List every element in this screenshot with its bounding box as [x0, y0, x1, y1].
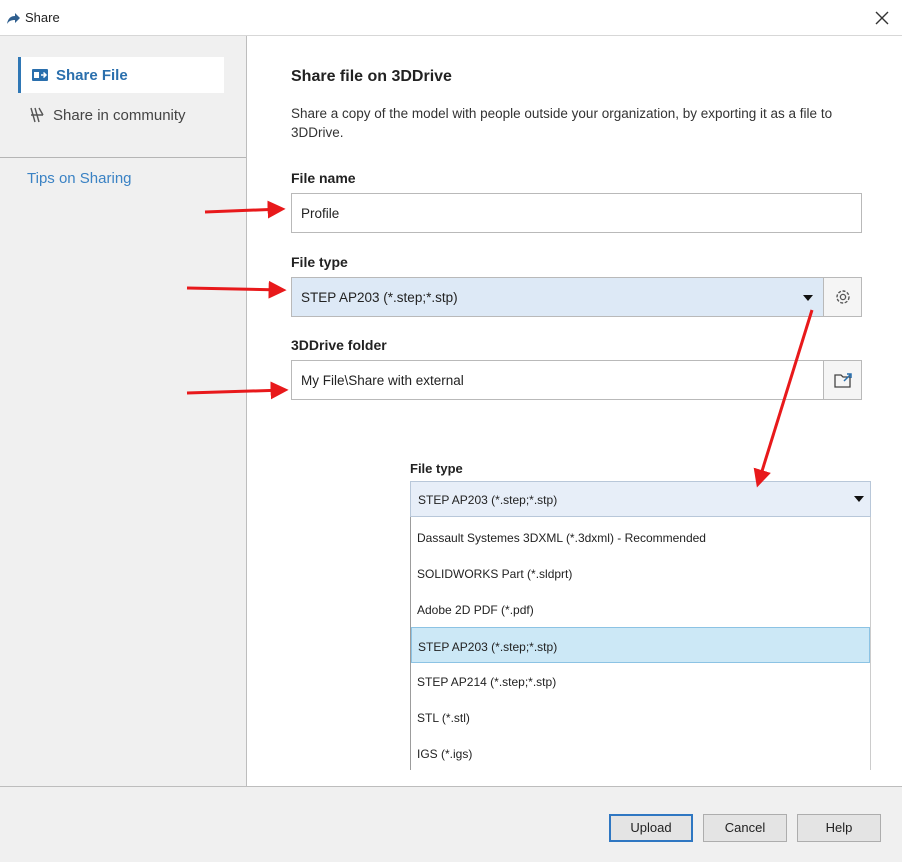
chevron-down-icon — [803, 295, 813, 301]
sidebar: Share File Share in community Tips on Sh… — [0, 36, 247, 786]
gear-icon — [836, 290, 850, 304]
file-name-value: Profile — [301, 206, 340, 221]
file-type-option[interactable]: STEP AP214 (*.step;*.stp) — [411, 663, 870, 699]
sidebar-item-share-file[interactable]: Share File — [18, 57, 224, 93]
title-bar: Share — [0, 0, 902, 36]
folder-open-icon — [834, 373, 852, 388]
file-type-value: STEP AP203 (*.step;*.stp) — [301, 290, 458, 305]
folder-label: 3DDrive folder — [291, 337, 387, 353]
dropdown-selected-value: STEP AP203 (*.step;*.stp) — [418, 493, 558, 507]
file-type-settings-button[interactable] — [823, 277, 862, 317]
share-arrow-icon — [7, 13, 20, 24]
file-type-label: File type — [291, 254, 348, 270]
folder-input[interactable]: My File\Share with external — [291, 360, 824, 400]
file-type-select[interactable]: STEP AP203 (*.step;*.stp) — [291, 277, 824, 317]
tips-on-sharing-link[interactable]: Tips on Sharing — [27, 170, 132, 187]
dialog-footer: Upload Cancel Help — [0, 786, 902, 862]
dropdown-file-type-select[interactable]: STEP AP203 (*.step;*.stp) — [410, 481, 871, 517]
file-type-option-selected[interactable]: STEP AP203 (*.step;*.stp) — [411, 627, 870, 663]
file-type-option[interactable]: SOLIDWORKS Part (*.sldprt) — [411, 555, 870, 591]
share-file-icon — [32, 69, 48, 81]
page-description: Share a copy of the model with people ou… — [291, 106, 833, 140]
help-button[interactable]: Help — [797, 814, 881, 842]
folder-value: My File\Share with external — [301, 373, 464, 388]
sidebar-divider — [0, 157, 246, 158]
file-name-label: File name — [291, 170, 356, 186]
file-name-input[interactable]: Profile — [291, 193, 862, 233]
dropdown-file-type-label: File type — [410, 461, 463, 476]
upload-button[interactable]: Upload — [609, 814, 693, 842]
sidebar-item-share-community[interactable]: Share in community — [18, 97, 224, 133]
page-title: Share file on 3DDrive — [291, 68, 452, 85]
sidebar-item-label: Share in community — [53, 107, 186, 124]
close-icon[interactable] — [870, 6, 894, 30]
cancel-button[interactable]: Cancel — [703, 814, 787, 842]
community-icon — [30, 107, 44, 123]
browse-folder-button[interactable] — [823, 360, 862, 400]
file-type-options-list: Dassault Systemes 3DXML (*.3dxml) - Reco… — [410, 517, 871, 770]
sidebar-item-label: Share File — [56, 67, 128, 84]
chevron-down-icon — [854, 496, 864, 502]
file-type-option[interactable]: IGS (*.igs) — [411, 735, 870, 770]
file-type-option[interactable]: Adobe 2D PDF (*.pdf) — [411, 591, 870, 627]
file-type-option[interactable]: Dassault Systemes 3DXML (*.3dxml) - Reco… — [411, 519, 870, 555]
window-title: Share — [25, 10, 60, 25]
file-type-option[interactable]: STL (*.stl) — [411, 699, 870, 735]
